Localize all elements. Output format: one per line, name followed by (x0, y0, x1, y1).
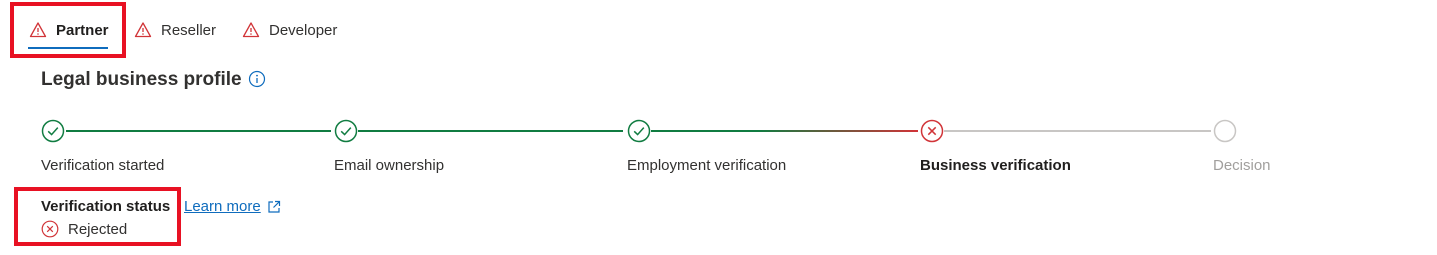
step-label-verification-started: Verification started (41, 157, 165, 174)
step-label-email-ownership: Email ownership (334, 157, 445, 174)
step-label-decision: Decision (1213, 157, 1271, 174)
warning-icon (134, 22, 152, 38)
tab-label: Developer (269, 21, 338, 39)
step-complete-icon (334, 119, 358, 143)
page-title: Legal business profile (41, 69, 242, 90)
step-connector (651, 130, 918, 132)
highlight-box-status (14, 187, 181, 246)
step-label-employment-verification: Employment verification (627, 157, 787, 174)
external-link-icon (268, 200, 280, 213)
progress-stepper (0, 118, 1437, 144)
info-icon[interactable] (248, 70, 266, 88)
step-pending-icon (1213, 119, 1237, 143)
learn-more-label: Learn more (184, 198, 261, 215)
step-error-icon (920, 119, 944, 143)
warning-icon (242, 22, 260, 38)
step-complete-icon (41, 119, 65, 143)
tab-reseller[interactable]: Reseller (134, 14, 216, 46)
step-connector (66, 130, 331, 132)
tab-developer[interactable]: Developer (242, 14, 337, 46)
step-connector (944, 130, 1211, 132)
learn-more-link[interactable]: Learn more (184, 198, 282, 215)
tab-label: Reseller (161, 21, 217, 39)
step-complete-icon (627, 119, 651, 143)
highlight-box-tab (10, 2, 126, 58)
step-connector (358, 130, 623, 132)
step-label-business-verification: Business verification (920, 157, 1071, 174)
